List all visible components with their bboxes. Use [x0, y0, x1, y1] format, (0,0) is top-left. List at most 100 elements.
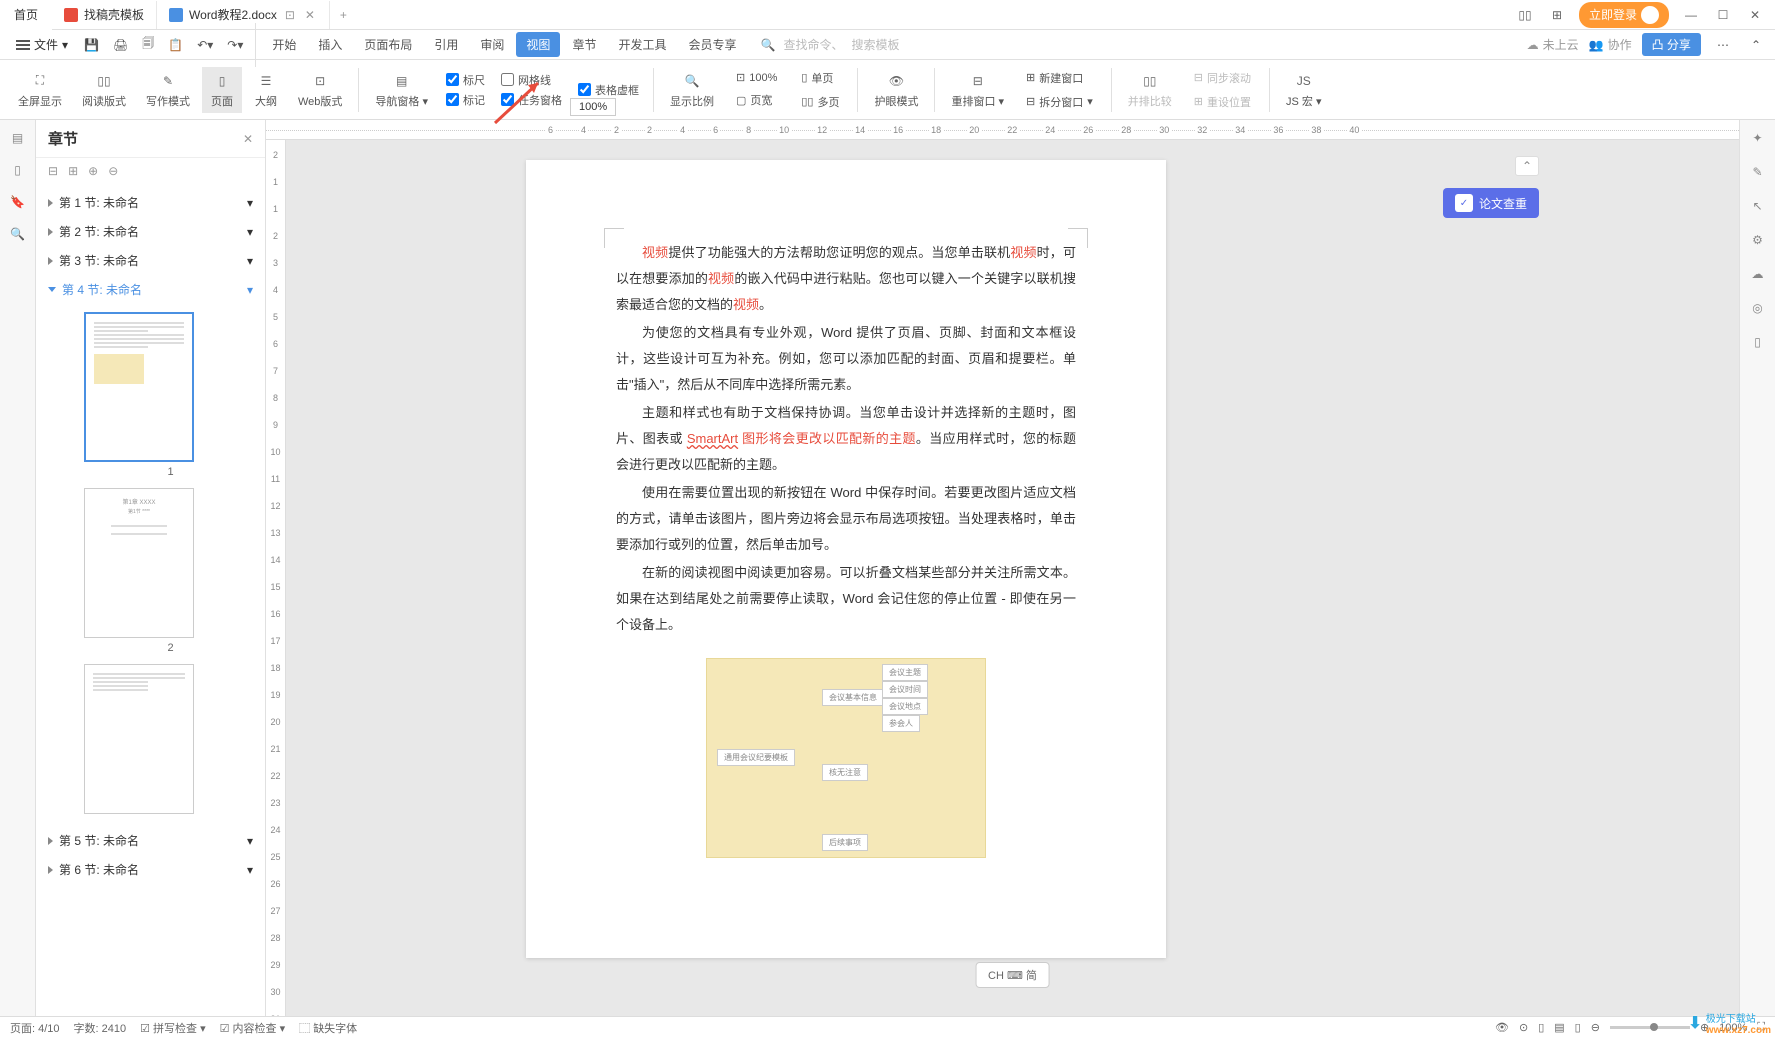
- undo-icon[interactable]: ↶▾: [191, 34, 219, 56]
- thumbnail-rail-icon[interactable]: ▯: [8, 160, 28, 180]
- zoom-100-button[interactable]: ⊡ 100%: [732, 69, 781, 86]
- search-area[interactable]: 🔍 查找命令、 搜索模板: [760, 36, 899, 53]
- menu-tab-view[interactable]: 视图: [516, 32, 560, 57]
- table-border-checkbox[interactable]: 表格虚框: [578, 82, 639, 98]
- nav-section-2[interactable]: 第 2 节: 未命名▾: [44, 217, 257, 246]
- add-section-icon[interactable]: ⊕: [88, 164, 98, 178]
- minimize-button[interactable]: —: [1681, 5, 1701, 25]
- nav-section-5[interactable]: 第 5 节: 未命名▾: [44, 826, 257, 855]
- menu-tab-start[interactable]: 开始: [262, 32, 306, 57]
- fullscreen-button[interactable]: ⛶ 全屏显示: [10, 67, 70, 113]
- location-rail-icon[interactable]: ◎: [1748, 298, 1768, 318]
- print-icon[interactable]: 🖨: [107, 34, 134, 56]
- maximize-button[interactable]: ☐: [1713, 5, 1733, 25]
- collab-button[interactable]: 👥 协作: [1589, 36, 1632, 53]
- menu-tab-devtools[interactable]: 开发工具: [608, 32, 676, 57]
- more-icon[interactable]: ⋯: [1711, 34, 1735, 56]
- writing-mode-button[interactable]: ✎ 写作模式: [138, 67, 198, 113]
- split-window-button[interactable]: ⊟ 拆分窗口 ▾: [1022, 92, 1097, 112]
- document-page[interactable]: 视频提供了功能强大的方法帮助您证明您的观点。当您单击联机视频时，可以在想要添加的…: [526, 160, 1166, 958]
- page-indicator[interactable]: 页面: 4/10: [10, 1020, 60, 1036]
- page-thumbnail-1[interactable]: [84, 312, 194, 462]
- nav-section-3[interactable]: 第 3 节: 未命名▾: [44, 246, 257, 275]
- pointer-rail-icon[interactable]: ↖: [1748, 196, 1768, 216]
- file-menu[interactable]: 文件 ▾: [8, 32, 76, 57]
- ruler-checkbox[interactable]: 标尺: [446, 72, 485, 88]
- page-layout-icon[interactable]: ▯: [1538, 1021, 1544, 1034]
- tab-template[interactable]: 找稿壳模板: [52, 1, 157, 29]
- content-check-status[interactable]: ☑ 内容检查 ▾: [220, 1020, 286, 1036]
- expand-all-icon[interactable]: ⊞: [68, 164, 78, 178]
- nav-pane-button[interactable]: ▤ 导航窗格 ▾: [367, 67, 436, 113]
- missing-font-status[interactable]: ⬚ 缺失字体: [299, 1020, 357, 1036]
- view-mode-icon[interactable]: 👁: [1495, 1021, 1509, 1034]
- remove-section-icon[interactable]: ⊖: [108, 164, 118, 178]
- zoom-slider[interactable]: [1610, 1026, 1690, 1029]
- save-icon[interactable]: 💾: [78, 34, 105, 56]
- web-layout-icon[interactable]: ▤: [1554, 1021, 1564, 1034]
- bookmark-rail-icon[interactable]: 🔖: [8, 192, 28, 212]
- sparkle-rail-icon[interactable]: ✦: [1748, 128, 1768, 148]
- js-macro-button[interactable]: JS JS 宏 ▾: [1278, 67, 1329, 113]
- layout-icon[interactable]: ▯▯: [1515, 5, 1535, 25]
- compare-button[interactable]: ▯▯ 并排比较: [1120, 67, 1180, 113]
- eye-mode-button[interactable]: 👁 护眼模式: [866, 67, 926, 113]
- web-view-button[interactable]: ⊡ Web版式: [290, 67, 350, 113]
- home-tab[interactable]: 首页: [0, 0, 52, 30]
- vertical-ruler[interactable]: 2112345678910111213141516171819202122232…: [266, 140, 286, 1018]
- share-button[interactable]: 凸 分享: [1642, 33, 1701, 56]
- tab-document[interactable]: Word教程2.docx ⊡ ✕: [157, 1, 330, 29]
- horizontal-ruler[interactable]: 642246810121416182022242628303234363840: [266, 120, 1739, 140]
- gridlines-checkbox[interactable]: 网格线: [501, 72, 562, 88]
- menu-tab-reference[interactable]: 引用: [424, 32, 468, 57]
- ime-indicator[interactable]: CH ⌨ 简: [975, 962, 1050, 988]
- search-rail-icon[interactable]: 🔍: [8, 224, 28, 244]
- new-tab-button[interactable]: +: [330, 8, 357, 22]
- collapse-panel-button[interactable]: ⌃: [1515, 156, 1539, 176]
- zoom-out-button[interactable]: ⊖: [1591, 1021, 1600, 1034]
- close-button[interactable]: ✕: [1745, 5, 1765, 25]
- print-preview-icon[interactable]: 🗐: [136, 30, 160, 59]
- tab-restore-icon[interactable]: ⊡: [283, 8, 297, 22]
- paste-icon[interactable]: 📋: [162, 34, 189, 56]
- outline-layout-icon[interactable]: ▯: [1575, 1021, 1581, 1034]
- single-page-button[interactable]: ▯ 单页: [797, 68, 843, 88]
- redo-icon[interactable]: ↷▾: [221, 34, 249, 56]
- page-thumbnail-3[interactable]: [84, 664, 194, 814]
- outline-rail-icon[interactable]: ▤: [8, 128, 28, 148]
- page-view-button[interactable]: ▯ 页面: [202, 67, 242, 113]
- login-button[interactable]: 立即登录: [1579, 2, 1669, 28]
- zoom-button[interactable]: 🔍 显示比例: [662, 67, 722, 113]
- tab-close-icon[interactable]: ✕: [303, 8, 317, 22]
- reading-mode-button[interactable]: ▯▯ 阅读版式: [74, 67, 134, 113]
- document-body[interactable]: 视频提供了功能强大的方法帮助您证明您的观点。当您单击联机视频时，可以在想要添加的…: [616, 240, 1076, 638]
- markup-checkbox[interactable]: 标记: [446, 92, 485, 108]
- page-width-button[interactable]: ▢ 页宽: [732, 90, 781, 110]
- cloud-status[interactable]: ☁ 未上云: [1527, 36, 1579, 53]
- settings-rail-icon[interactable]: ⚙: [1748, 230, 1768, 250]
- nav-close-button[interactable]: ✕: [243, 132, 253, 146]
- taskpane-checkbox[interactable]: 任务窗格: [501, 92, 562, 108]
- edit-rail-icon[interactable]: ✎: [1748, 162, 1768, 182]
- nav-section-6[interactable]: 第 6 节: 未命名▾: [44, 855, 257, 884]
- collapse-ribbon-icon[interactable]: ⌃: [1745, 34, 1767, 56]
- word-count[interactable]: 字数: 2410: [74, 1020, 127, 1036]
- multi-page-button[interactable]: ▯▯ 多页: [797, 92, 843, 112]
- menu-tab-member[interactable]: 会员专享: [678, 32, 746, 57]
- nav-section-4[interactable]: 第 4 节: 未命名▾: [44, 275, 257, 304]
- outline-button[interactable]: ☰ 大纲: [246, 67, 286, 113]
- menu-tab-insert[interactable]: 插入: [308, 32, 352, 57]
- new-window-button[interactable]: ⊞ 新建窗口: [1022, 68, 1097, 88]
- apps-icon[interactable]: ⊞: [1547, 5, 1567, 25]
- menu-tab-chapter[interactable]: 章节: [562, 32, 606, 57]
- page-thumbnail-2[interactable]: 第1章 XXXX 第1节 ****: [84, 488, 194, 638]
- device-rail-icon[interactable]: ▯: [1748, 332, 1768, 352]
- document-scroll[interactable]: ⌃ ✓ 论文查重 视频提供了功能强大的方法帮助您证明您的观点。当您单击联机视频时…: [286, 140, 1739, 1018]
- rearrange-window-button[interactable]: ⊟ 重排窗口 ▾: [943, 67, 1012, 113]
- focus-mode-icon[interactable]: ⊙: [1519, 1021, 1528, 1034]
- menu-tab-review[interactable]: 审阅: [470, 32, 514, 57]
- nav-section-1[interactable]: 第 1 节: 未命名▾: [44, 188, 257, 217]
- essay-check-button[interactable]: ✓ 论文查重: [1443, 188, 1539, 218]
- menu-tab-layout[interactable]: 页面布局: [354, 32, 422, 57]
- spell-check-status[interactable]: ☑ 拼写检查 ▾: [140, 1020, 206, 1036]
